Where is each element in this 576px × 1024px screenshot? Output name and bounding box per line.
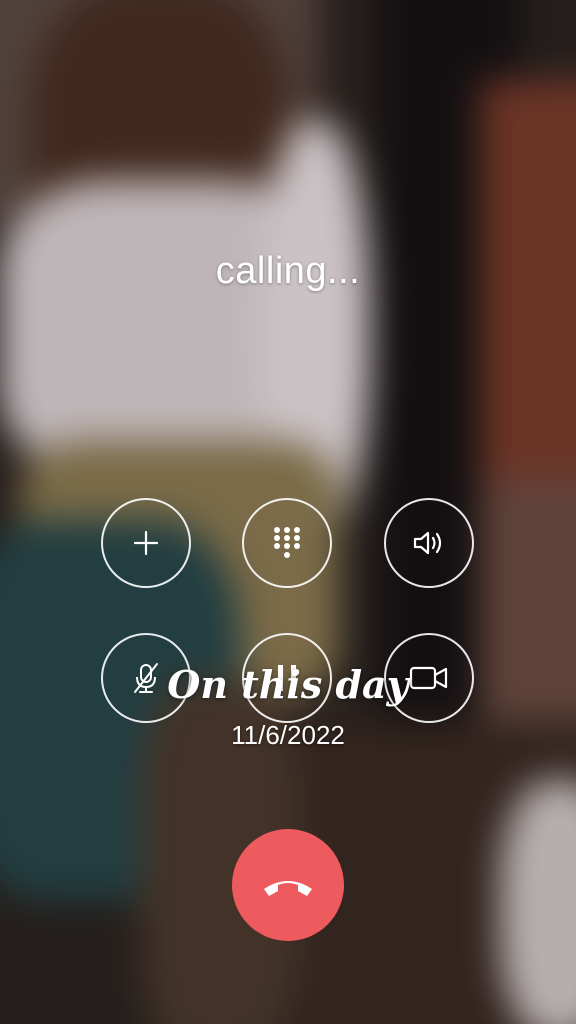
speaker-icon: [413, 531, 442, 555]
hang-up-icon: [264, 881, 312, 896]
end-call-button[interactable]: [232, 829, 344, 941]
memory-title: On this day: [167, 662, 409, 707]
add-call-button[interactable]: [101, 498, 191, 588]
plus-icon: [133, 530, 159, 556]
memory-date: 11/6/2022: [231, 720, 345, 750]
speaker-button[interactable]: [384, 498, 474, 588]
keypad-button[interactable]: [242, 498, 332, 588]
call-screen: calling... On this day 11/6/2022: [0, 0, 576, 1024]
keypad-icon: [274, 527, 300, 558]
